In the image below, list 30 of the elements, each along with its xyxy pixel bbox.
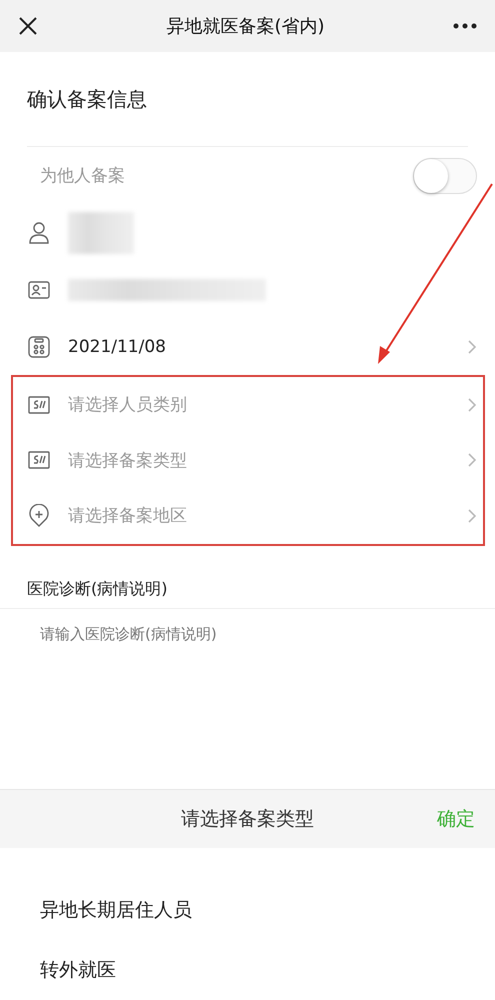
chevron-icon <box>467 508 477 524</box>
confirm-button[interactable]: 确定 <box>431 805 481 833</box>
chevron-icon <box>467 338 477 354</box>
person-icon <box>28 220 50 244</box>
chevron-icon <box>467 396 477 413</box>
id-card-icon <box>28 280 50 300</box>
picker-option[interactable]: 转外就医 <box>0 940 495 1000</box>
picker-option[interactable]: 异地长期居住人员 <box>0 880 495 940</box>
chevron-icon <box>467 452 477 468</box>
date-value: 2021/11/08 <box>68 336 167 356</box>
calendar-icon <box>28 336 50 358</box>
select-row[interactable]: 请选择备案类型 <box>13 432 483 488</box>
select-placeholder: 请选择备案地区 <box>68 505 188 528</box>
field-label: 医院诊断(病情说明) <box>27 579 168 600</box>
select-placeholder: 请选择人员类别 <box>68 394 188 416</box>
toggle-switch[interactable] <box>413 158 477 194</box>
more-icon <box>452 23 477 29</box>
page-title: 异地就医备案(省内) <box>166 15 325 38</box>
select-row[interactable]: 请选择人员类别 <box>13 377 483 432</box>
toggle-label: 为他人备案 <box>40 165 126 187</box>
select-row[interactable]: 请选择备案地区 <box>13 488 483 544</box>
picker-title: 请选择备案类型 <box>181 807 314 832</box>
location-icon <box>28 504 50 528</box>
close-icon <box>18 16 38 36</box>
section-heading: 确认备案信息 <box>27 86 147 112</box>
card-icon <box>28 396 50 414</box>
redacted-name <box>68 212 134 254</box>
date-row[interactable]: 2021/11/08 <box>0 318 495 375</box>
card-icon <box>28 451 50 470</box>
select-placeholder: 请选择备案类型 <box>68 450 188 472</box>
